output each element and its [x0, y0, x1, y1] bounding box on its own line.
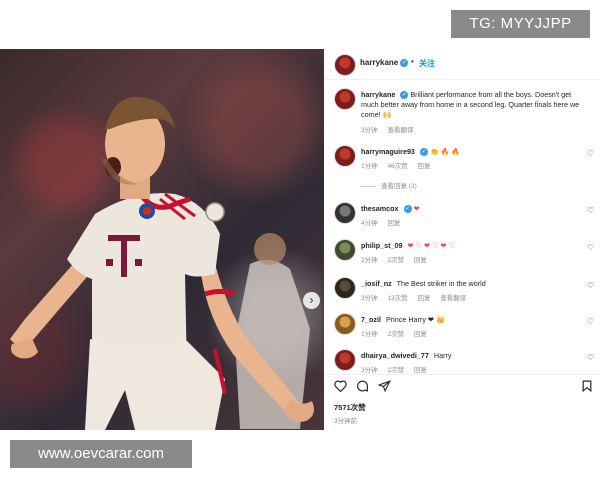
header-avatar[interactable] — [334, 54, 356, 76]
comment-time: 1分钟 — [361, 163, 378, 170]
comment-time: 3分钟 — [361, 367, 378, 374]
like-comment-icon[interactable]: ♡ — [587, 243, 594, 252]
comment-body: ❤ — [413, 204, 420, 213]
next-image-button[interactable]: › — [303, 292, 320, 309]
reply-button[interactable]: 回复 — [417, 163, 430, 170]
verified-icon: ✓ — [403, 205, 412, 214]
comment-meta: 3分钟 13次赞 回复 查看翻译 — [361, 292, 474, 302]
like-comment-icon[interactable]: ♡ — [587, 149, 594, 158]
comment-icon[interactable] — [356, 380, 369, 392]
commenter-username[interactable]: 7_ozil — [361, 315, 381, 324]
comment-likes[interactable]: 2次赞 — [387, 331, 404, 338]
comment-text: dhairya_dwivedi_77 Harry — [361, 351, 587, 361]
comment-time: 4分钟 — [361, 220, 378, 227]
commenter-avatar[interactable] — [334, 145, 356, 167]
comment-text: harrymaguire93 ✓ 👏 🔥 🔥 — [361, 147, 587, 158]
comment-meta: 4分钟 回复 — [361, 217, 408, 227]
comment-likes[interactable]: 2次赞 — [387, 367, 404, 374]
share-icon[interactable] — [378, 380, 391, 392]
like-comment-icon[interactable]: ♡ — [587, 353, 594, 362]
comment-body: Harry — [433, 351, 452, 360]
comment-meta: 1分钟 2次赞 回复 — [361, 328, 435, 338]
commenter-avatar[interactable] — [334, 313, 356, 335]
header-username[interactable]: harrykane ✓ — [360, 58, 409, 67]
comment-meta: 3分钟 2次赞 回复 — [361, 364, 435, 374]
reply-button[interactable]: 回复 — [387, 220, 400, 227]
post-photo[interactable]: › — [0, 49, 324, 430]
comment-likes[interactable]: 13次赞 — [387, 295, 407, 302]
comment-text: _iosif_nz The Best striker in the world — [361, 279, 587, 289]
player-illustration — [10, 97, 314, 430]
post-panel: harrykane ✓ • 关注 harrykane ✓ Brilliant per… — [324, 49, 600, 430]
like-comment-icon[interactable]: ♡ — [587, 281, 594, 290]
verified-icon: ✓ — [400, 58, 409, 67]
caption-text: harrykane ✓ Brilliant performance from al… — [361, 90, 587, 120]
commenter-username[interactable]: dhairya_dwivedi_77 — [361, 351, 429, 360]
verified-icon: ✓ — [419, 148, 428, 157]
comment-body: 👏 🔥 🔥 — [429, 149, 460, 156]
reply-button[interactable]: 回复 — [417, 295, 430, 302]
comment-time: 1分钟 — [361, 331, 378, 338]
reply-button[interactable]: 回复 — [414, 331, 427, 338]
commenter-username[interactable]: _iosif_nz — [361, 279, 392, 288]
comment-time: 2分钟 — [361, 257, 378, 264]
comment-body: The Best striker in the world — [396, 279, 486, 288]
commenter-avatar[interactable] — [334, 202, 356, 224]
post-header: harrykane ✓ • 关注 — [324, 49, 600, 80]
caption-meta: 3分钟 查看翻译 — [361, 124, 421, 134]
commenter-username[interactable]: thesamcox — [361, 204, 399, 213]
reply-button[interactable]: 回复 — [414, 367, 427, 374]
caption-time: 3分钟 — [361, 127, 378, 134]
commenter-avatar[interactable] — [334, 239, 356, 261]
translate-link[interactable]: 查看翻译 — [440, 295, 466, 302]
comment-meta: 2分钟 2次赞 回复 — [361, 254, 435, 264]
comment-likes[interactable]: 2次赞 — [387, 257, 404, 264]
comment-meta: 1分钟 46次赞 回复 — [361, 160, 438, 170]
comment-body: ❤ ♡ ❤ ♡ ❤ ♡ — [407, 241, 455, 250]
like-comment-icon[interactable]: ♡ — [587, 206, 594, 215]
translate-link[interactable]: 查看翻译 — [387, 127, 413, 134]
commenter-username[interactable]: philip_st_09 — [361, 241, 403, 250]
view-replies-link[interactable]: 查看回复 (3) — [361, 180, 417, 190]
header-separator: • — [411, 57, 414, 66]
verified-icon: ✓ — [400, 91, 409, 100]
commenter-username[interactable]: harrymaguire93 — [361, 147, 415, 156]
comment-text: thesamcox ✓ ❤ — [361, 204, 587, 214]
caption-avatar[interactable] — [334, 88, 356, 110]
bookmark-icon[interactable] — [582, 380, 592, 392]
comment-text: 7_ozil Prince Harry ❤ 👑 — [361, 315, 587, 325]
comment-time: 3分钟 — [361, 295, 378, 302]
follow-button[interactable]: 关注 — [419, 58, 435, 69]
comment-body: Prince Harry ❤ 👑 — [385, 315, 445, 324]
watermark-bottom: www.oevcarar.com — [10, 440, 192, 468]
caption-username[interactable]: harrykane — [361, 90, 395, 99]
watermark-top: TG: MYYJJPP — [451, 10, 590, 38]
commenter-avatar[interactable] — [334, 277, 356, 299]
likes-count[interactable]: 7571次赞 — [334, 402, 366, 413]
heart-icon[interactable] — [334, 380, 347, 392]
comment-likes[interactable]: 46次赞 — [387, 163, 407, 170]
action-bar — [324, 374, 600, 395]
posted-time: 3分钟前 — [334, 418, 358, 425]
like-comment-icon[interactable]: ♡ — [587, 317, 594, 326]
commenter-avatar[interactable] — [334, 349, 356, 371]
comment-text: philip_st_09 ❤ ♡ ❤ ♡ ❤ ♡ — [361, 241, 587, 251]
reply-button[interactable]: 回复 — [414, 257, 427, 264]
